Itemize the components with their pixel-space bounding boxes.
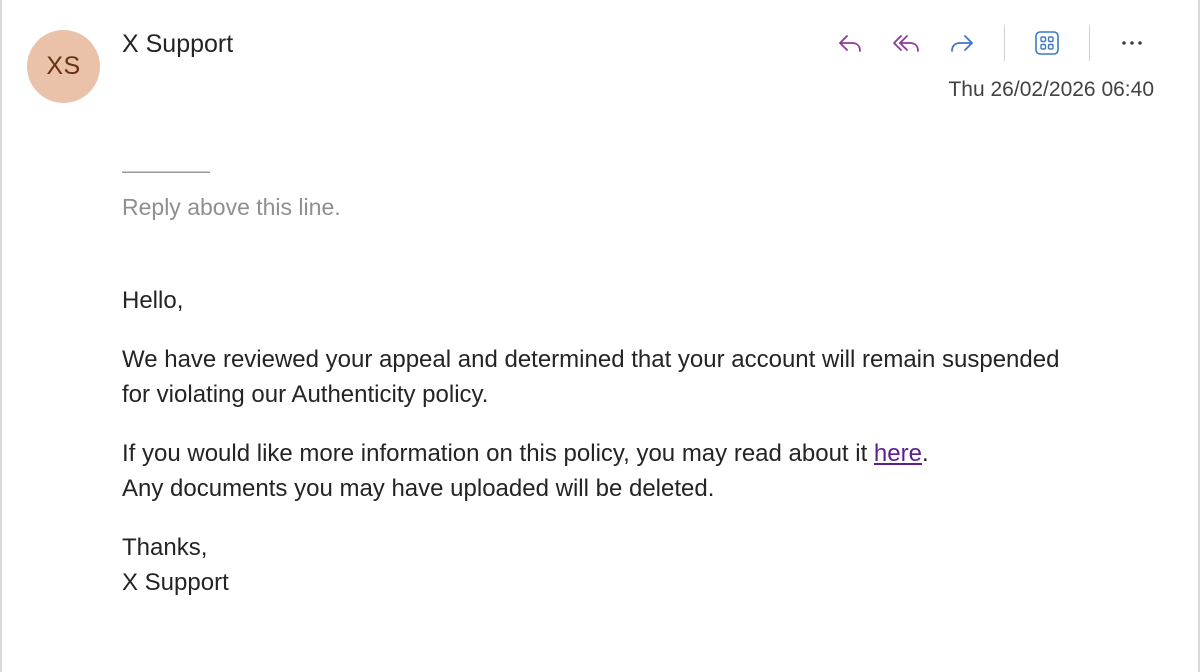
paragraph-line: We have reviewed your appeal and determi… [122,346,1060,373]
toolbar-divider [1004,25,1005,61]
message-toolbar [822,24,1160,62]
greeting: Hello, [122,287,184,314]
forward-button[interactable] [942,24,982,62]
paragraph-info: If you would like more information on th… [122,436,1142,506]
reply-button[interactable] [830,24,870,62]
message-body: ———— Reply above this line. Hello, We ha… [122,160,1142,600]
avatar[interactable]: XS [27,30,100,103]
signoff: Thanks, X Support [122,530,1142,600]
signature: X Support [122,569,229,596]
avatar-initials: XS [46,52,81,80]
paragraph-line: If you would like more information on th… [122,436,1142,471]
paragraph-text: If you would like more information on th… [122,440,874,467]
paragraph-line: Any documents you may have uploaded will… [122,475,715,502]
reply-separator: ———— [122,158,210,183]
reply-prompt: Reply above this line. [122,194,341,220]
apps-icon [1035,31,1059,55]
forward-icon [951,35,973,52]
message-timestamp: Thu 26/02/2026 06:40 [948,78,1154,101]
paragraph-text: . [921,440,929,467]
more-actions-button[interactable] [1112,24,1152,62]
apps-button[interactable] [1027,24,1067,62]
reply-all-button[interactable] [886,24,926,62]
reply-all-icon [893,35,919,52]
sender-name[interactable]: X Support [122,30,233,59]
closing: Thanks, [122,534,208,561]
paragraph-decision: We have reviewed your appeal and determi… [122,342,1142,412]
more-icon [1122,41,1142,45]
toolbar-divider [1089,25,1090,61]
paragraph-line: for violating our Authenticity policy. [122,381,489,408]
message-pane: XS X Support Thu 26/02/2026 06:40 ———— R… [0,0,1200,672]
reply-icon [839,35,861,52]
policy-link[interactable]: here [874,440,922,467]
